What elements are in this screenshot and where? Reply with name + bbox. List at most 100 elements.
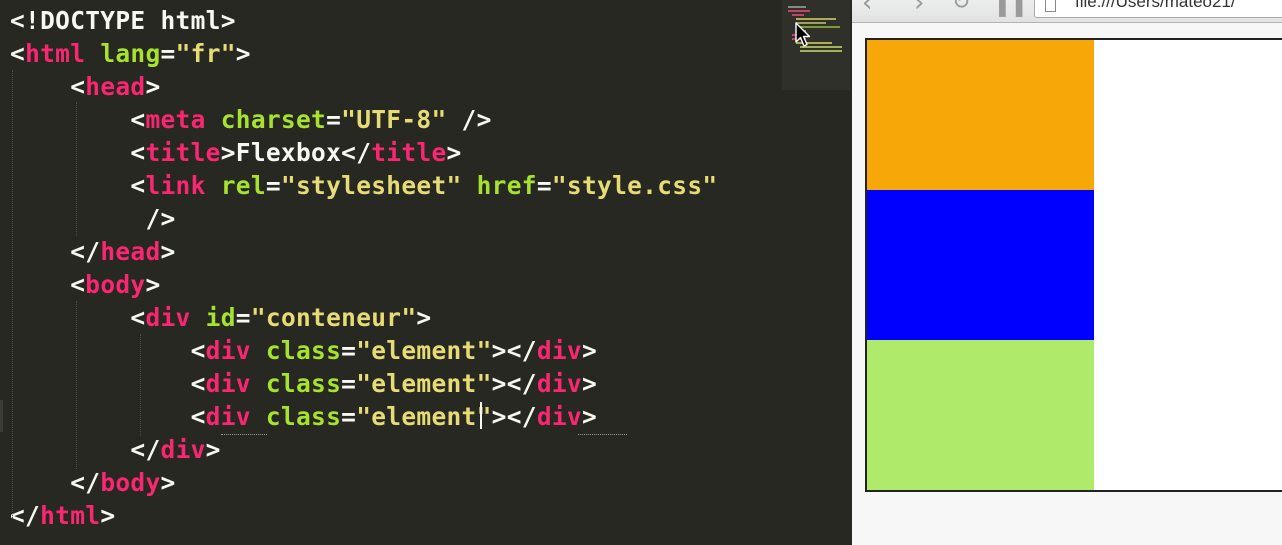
- current-line-marker: [0, 400, 3, 432]
- minimap-line: [788, 6, 806, 8]
- code-tag: title: [371, 138, 447, 167]
- code-punctuation: >: [235, 39, 251, 68]
- code-line[interactable]: <div id="conteneur">: [10, 301, 431, 334]
- code-tag: body: [100, 468, 161, 497]
- code-line[interactable]: <head>: [10, 70, 161, 103]
- code-punctuation: >: [220, 138, 236, 167]
- code-line[interactable]: </head>: [10, 235, 176, 268]
- code-punctuation: <: [10, 369, 206, 398]
- code-punctuation: >: [160, 237, 176, 266]
- code-punctuation: <: [10, 270, 86, 299]
- code-punctuation: =: [326, 105, 342, 134]
- minimap[interactable]: [782, 0, 850, 90]
- code-attribute: lang: [100, 39, 161, 68]
- code-punctuation: =: [341, 402, 357, 431]
- code-line[interactable]: <html lang="fr">: [10, 37, 251, 70]
- code-attribute: class: [265, 369, 342, 398]
- code-punctuation: <: [10, 138, 146, 167]
- code-editor[interactable]: <!DOCTYPE html> <html lang="fr"> <head> <…: [0, 0, 852, 545]
- code-punctuation: [251, 336, 266, 365]
- page-viewport: [852, 23, 1282, 545]
- code-line[interactable]: <title>Flexbox</title>: [10, 136, 462, 169]
- code-punctuation: =: [341, 369, 357, 398]
- code-line[interactable]: <!DOCTYPE html>: [10, 4, 236, 37]
- code-punctuation: ></: [491, 402, 537, 431]
- code-punctuation: [191, 303, 206, 332]
- code-tag: title: [145, 138, 221, 167]
- code-string: "stylesheet": [280, 171, 462, 200]
- code-tag: div: [205, 336, 251, 365]
- indent-guide: [76, 301, 77, 469]
- code-punctuation: [462, 171, 477, 200]
- code-tag: link: [145, 171, 206, 200]
- code-line[interactable]: <body>: [10, 268, 161, 301]
- code-string: "element": [356, 336, 492, 365]
- forward-icon[interactable]: ›: [914, 0, 924, 16]
- code-attribute: rel: [220, 171, 266, 200]
- code-line[interactable]: />: [10, 202, 176, 235]
- pause-icon[interactable]: ❚❚: [994, 0, 1028, 18]
- code-tag: div: [145, 303, 191, 332]
- code-punctuation: <: [10, 39, 26, 68]
- code-punctuation: >: [100, 501, 116, 530]
- mouse-pointer-icon: [795, 22, 811, 47]
- code-attribute: class: [265, 336, 342, 365]
- code-punctuation: =: [536, 171, 552, 200]
- code-punctuation: [85, 39, 100, 68]
- reload-icon[interactable]: ↻: [952, 0, 970, 16]
- code-punctuation: >: [581, 336, 598, 365]
- code-tag: head: [85, 72, 146, 101]
- code-string: "element": [356, 402, 492, 431]
- code-punctuation: />: [446, 105, 492, 134]
- code-punctuation: <: [10, 336, 206, 365]
- page-icon: [1045, 0, 1056, 12]
- code-punctuation: </: [341, 138, 372, 167]
- browser-window: ‹ › ↻ ❚❚ file:///Users/mateo21/: [852, 0, 1282, 545]
- minimap-line: [800, 50, 842, 52]
- minimap-line: [796, 18, 836, 20]
- code-punctuation: >: [416, 303, 432, 332]
- code-tag: div: [536, 336, 582, 365]
- code-tag: div: [205, 369, 251, 398]
- code-punctuation: =: [235, 303, 251, 332]
- address-bar[interactable]: file:///Users/mateo21/: [1034, 0, 1282, 18]
- code-line[interactable]: <meta charset="UTF-8" />: [10, 103, 492, 136]
- match-underline: [578, 434, 627, 435]
- code-tag: div: [536, 369, 582, 398]
- text-caret: [480, 402, 482, 429]
- code-line[interactable]: <link rel="stylesheet" href="style.css": [10, 169, 717, 202]
- minimap-line: [788, 10, 810, 12]
- indent-guide: [76, 102, 77, 236]
- code-punctuation: <: [10, 402, 206, 431]
- code-line[interactable]: </body>: [10, 466, 176, 499]
- minimap-line: [792, 14, 804, 16]
- url-text: file:///Users/mateo21/: [1075, 0, 1236, 11]
- code-punctuation: <: [10, 171, 146, 200]
- code-line[interactable]: <div class="element"></div>: [10, 400, 597, 433]
- code-line[interactable]: </html>: [10, 499, 115, 532]
- code-line[interactable]: <div class="element"></div>: [10, 367, 597, 400]
- code-punctuation: =: [341, 336, 357, 365]
- code-punctuation: <: [10, 303, 146, 332]
- code-punctuation: </: [10, 237, 101, 266]
- code-attribute: charset: [220, 105, 327, 134]
- code-punctuation: >: [160, 468, 176, 497]
- code-punctuation: </: [10, 501, 41, 530]
- code-punctuation: >: [446, 138, 462, 167]
- indent-guide: [140, 334, 141, 436]
- code-tag: div: [536, 402, 582, 431]
- code-punctuation: >: [145, 72, 161, 101]
- code-attribute: href: [476, 171, 537, 200]
- flex-item-blue: [867, 190, 1094, 340]
- back-icon[interactable]: ‹: [862, 0, 872, 16]
- flex-item-orange: [867, 40, 1094, 190]
- match-underline: [221, 434, 267, 435]
- code-punctuation: >: [145, 270, 161, 299]
- code-line[interactable]: </div>: [10, 433, 221, 466]
- code-line[interactable]: <div class="element"></div>: [10, 334, 597, 367]
- browser-toolbar: ‹ › ↻ ❚❚ file:///Users/mateo21/: [852, 0, 1282, 23]
- code-string: "element": [356, 369, 492, 398]
- code-punctuation: =: [265, 171, 281, 200]
- code-punctuation: ></: [491, 369, 537, 398]
- code-tag: html: [25, 39, 86, 68]
